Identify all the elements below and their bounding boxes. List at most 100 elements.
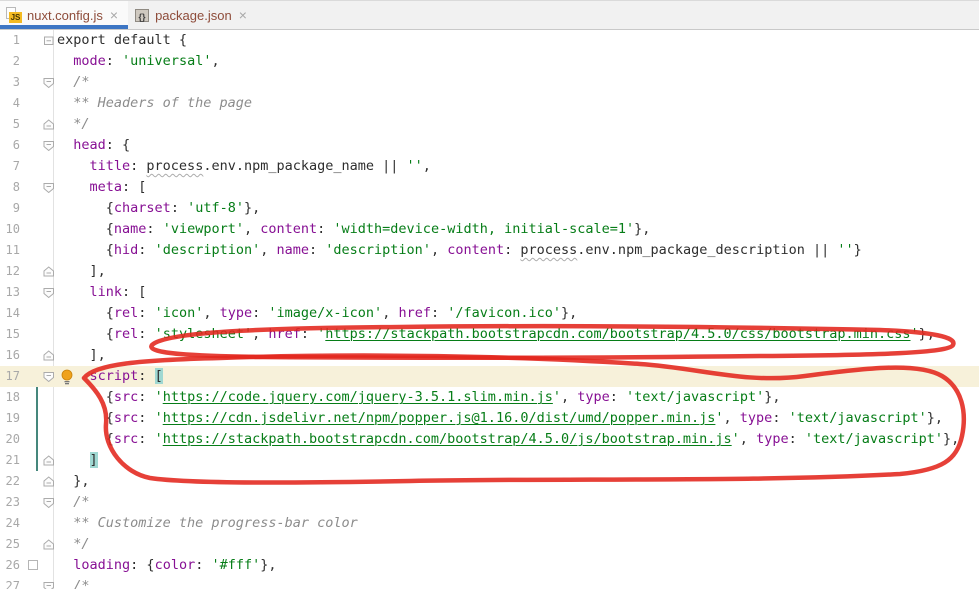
code-line[interactable]: {src: 'https://cdn.jsdelivr.net/npm/popp…: [57, 408, 943, 429]
code-segment-key: name: [276, 242, 310, 258]
code-line[interactable]: loading: {color: '#fff'},: [57, 555, 277, 576]
code-line[interactable]: },: [57, 471, 90, 492]
gutter-extra-column: [20, 324, 43, 345]
fold-marker-icon[interactable]: [43, 576, 57, 589]
line-number: 11: [5, 243, 20, 257]
editor-row: 4 ** Headers of the page: [0, 93, 979, 114]
line-number: 24: [5, 516, 20, 530]
editor-pane[interactable]: 1 export default {2 mode: 'universal', 3 /…: [0, 30, 979, 589]
code-line[interactable]: head: {: [57, 135, 130, 156]
code-line[interactable]: ],: [57, 261, 106, 282]
code-line[interactable]: meta: [: [57, 177, 147, 198]
code-segment-str: 'universal': [122, 53, 212, 69]
color-preview-swatch[interactable]: [28, 560, 38, 570]
editor-row: 14 {rel: 'icon', type: 'image/x-icon', h…: [0, 303, 979, 324]
gutter: 21: [0, 450, 57, 471]
code-segment-plain: }: [853, 242, 862, 258]
code-segment-plain: :: [138, 305, 155, 321]
fold-marker-icon[interactable]: [43, 345, 57, 366]
code-segment-key: content: [260, 221, 318, 237]
fold-marker-icon[interactable]: [43, 492, 57, 513]
editor-row: 8 meta: [: [0, 177, 979, 198]
code-segment-plain: [57, 158, 90, 174]
code-segment-key: hid: [113, 242, 139, 258]
code-segment-sq: process: [520, 242, 578, 258]
code-segment-plain: },: [943, 431, 960, 447]
gutter: 13: [0, 282, 57, 303]
fold-marker-icon[interactable]: [43, 471, 57, 492]
fold-marker-icon[interactable]: [43, 282, 57, 303]
editor-row: 19 {src: 'https://cdn.jsdelivr.net/npm/p…: [0, 408, 979, 429]
code-segment-key: title: [89, 158, 131, 174]
code-segment-plain: },: [260, 557, 277, 573]
gutter: 17: [0, 366, 57, 387]
tab-nuxt-config-js[interactable]: JS nuxt.config.js ×: [0, 1, 129, 29]
code-segment-comment: /*: [57, 494, 90, 510]
code-segment-plain: {: [57, 221, 114, 237]
code-segment-str: ': [154, 410, 163, 426]
code-line[interactable]: {rel: 'stylesheet', href: 'https://stack…: [57, 324, 935, 345]
line-number: 5: [12, 117, 20, 131]
code-line[interactable]: {rel: 'icon', type: 'image/x-icon', href…: [57, 303, 578, 324]
code-line[interactable]: {name: 'viewport', content: 'width=devic…: [57, 219, 651, 240]
code-line[interactable]: mode: 'universal',: [57, 51, 219, 72]
gutter: 6: [0, 135, 57, 156]
code-line[interactable]: /*: [57, 492, 90, 513]
fold-marker-icon[interactable]: [43, 177, 57, 198]
package-json-icon: {}: [134, 7, 150, 23]
close-icon[interactable]: ×: [238, 8, 248, 22]
fold-marker-icon[interactable]: [43, 135, 57, 156]
code-segment-plain: ,: [739, 431, 757, 447]
code-segment-plain: :: [138, 326, 155, 342]
fold-marker-icon[interactable]: [43, 261, 57, 282]
fold-marker-icon[interactable]: [43, 450, 57, 471]
code-line[interactable]: ** Customize the progress-bar color: [57, 513, 357, 534]
line-number: 19: [5, 411, 20, 425]
fold-marker-icon[interactable]: [43, 30, 57, 51]
code-segment-str: '#fff': [211, 557, 261, 573]
fold-column: [43, 408, 57, 429]
code-line[interactable]: /*: [57, 72, 89, 93]
code-segment-plain: },: [243, 200, 261, 216]
gutter-extra-column: [20, 219, 43, 240]
code-line[interactable]: {hid: 'description', name: 'description'…: [57, 240, 862, 261]
code-line[interactable]: ],: [57, 345, 106, 366]
gutter-extra-column: [20, 156, 43, 177]
close-icon[interactable]: ×: [109, 8, 119, 22]
fold-marker-icon[interactable]: [43, 114, 57, 135]
code-line[interactable]: title: process.env.npm_package_name || '…: [57, 156, 431, 177]
gutter: 14: [0, 303, 57, 324]
code-line[interactable]: {charset: 'utf-8'},: [57, 198, 260, 219]
gutter-extra-column: [20, 576, 43, 589]
code-segment-plain: },: [926, 410, 944, 426]
gutter-extra-column: [20, 93, 43, 114]
code-line[interactable]: ]: [57, 450, 98, 471]
code-line[interactable]: {src: 'https://code.jquery.com/jquery-3.…: [57, 387, 781, 408]
tab-package-json[interactable]: {} package.json ×: [128, 1, 257, 29]
code-segment-str: ': [154, 389, 163, 405]
code-line[interactable]: link: [: [57, 282, 147, 303]
code-segment-str: 'image/x-icon': [268, 305, 383, 321]
code-segment-plain: },: [57, 473, 90, 489]
code-line[interactable]: {src: 'https://stackpath.bootstrapcdn.co…: [57, 429, 960, 450]
code-segment-plain: .env.npm_package_name ||: [203, 158, 407, 174]
gutter-extra-column: [20, 471, 43, 492]
code-segment-plain: :: [138, 389, 155, 405]
code-segment-plain: :: [138, 410, 155, 426]
code-segment-plain: :: [138, 368, 155, 384]
code-line[interactable]: export default {: [57, 30, 187, 51]
code-line[interactable]: */: [57, 114, 89, 135]
fold-marker-icon[interactable]: [43, 366, 57, 387]
gutter-extra-column: [20, 114, 43, 135]
code-line[interactable]: /*: [57, 576, 89, 589]
code-segment-link: https://cdn.jsdelivr.net/npm/popper.js@1…: [162, 410, 716, 426]
gutter: 7: [0, 156, 57, 177]
intention-bulb-icon[interactable]: [60, 369, 74, 385]
fold-marker-icon[interactable]: [43, 534, 57, 555]
code-segment-plain: {: [57, 431, 114, 447]
code-segment-key: type: [219, 305, 253, 321]
code-line[interactable]: ** Headers of the page: [57, 93, 252, 114]
code-line[interactable]: */: [57, 534, 89, 555]
fold-marker-icon[interactable]: [43, 72, 57, 93]
code-segment-plain: :: [609, 389, 627, 405]
